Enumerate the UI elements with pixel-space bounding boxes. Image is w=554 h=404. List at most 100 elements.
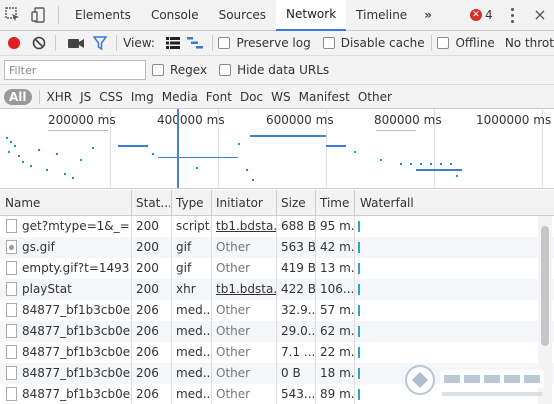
overview-label-underline	[376, 130, 416, 131]
column-divider[interactable]	[131, 216, 132, 404]
error-count-badge[interactable]: ✕ 4	[470, 8, 493, 22]
toolbar-separator	[430, 35, 432, 51]
tab-elements[interactable]: Elements	[65, 0, 141, 31]
disable-cache-checkbox[interactable]: Disable cache	[322, 36, 425, 50]
overview-toggle-button[interactable]	[185, 31, 205, 55]
request-initiator[interactable]: tb1.bdsta...	[216, 219, 276, 233]
type-filter-js[interactable]: JS	[76, 90, 95, 104]
type-filter-all[interactable]: All	[4, 88, 32, 105]
waterfall-bar	[358, 242, 360, 253]
type-filter-img[interactable]: Img	[127, 90, 158, 104]
throttling-select[interactable]: No throt	[505, 36, 554, 50]
capture-screenshots-button[interactable]	[66, 31, 86, 55]
clear-icon	[32, 36, 45, 50]
request-type: gif	[176, 240, 192, 254]
table-row[interactable]: 84877_bf1b3cb0e... 206 med... Other 0 B …	[0, 363, 554, 384]
overview-request-dot	[14, 145, 16, 147]
column-divider[interactable]	[315, 216, 316, 404]
table-row[interactable]: 84877_bf1b3cb0e... 206 med... Other 29.0…	[0, 321, 554, 342]
request-name: 84877_bf1b3cb0e...	[22, 345, 130, 359]
header-divider[interactable]	[276, 190, 277, 216]
header-divider[interactable]	[315, 190, 316, 216]
tab-network[interactable]: Network	[276, 0, 347, 31]
header-divider[interactable]	[211, 190, 212, 216]
column-header-initiator[interactable]: Initiator	[216, 196, 276, 210]
inspect-element-icon[interactable]	[0, 0, 26, 31]
header-divider[interactable]	[354, 190, 355, 216]
more-tabs-icon[interactable]: »	[417, 8, 439, 22]
offline-label: Offline	[455, 36, 495, 50]
header-divider[interactable]	[131, 190, 132, 216]
column-divider[interactable]	[276, 216, 277, 404]
type-filter-other[interactable]: Other	[354, 90, 396, 104]
overview-request-dot	[10, 141, 12, 143]
column-divider[interactable]	[171, 216, 172, 404]
overview-request-dot	[6, 137, 8, 139]
tab-sources[interactable]: Sources	[209, 0, 276, 31]
column-divider[interactable]	[354, 216, 355, 404]
request-status: 206	[136, 303, 159, 317]
document-file-icon	[6, 345, 17, 359]
kebab-menu-icon[interactable]	[506, 6, 518, 24]
column-header-name[interactable]: Name	[5, 196, 131, 210]
request-name: playStat	[22, 282, 72, 296]
column-header-status[interactable]: Stat...	[136, 196, 170, 210]
request-size: 419 B	[281, 261, 315, 275]
offline-checkbox[interactable]: Offline	[437, 36, 495, 50]
table-scrollbar[interactable]	[538, 216, 552, 404]
preserve-log-checkbox[interactable]: Preserve log	[218, 36, 311, 50]
overview-tick-label: 400000 ms	[157, 113, 225, 127]
table-row[interactable]: get?mtype=1&_=... 200 script tb1.bdsta..…	[0, 216, 554, 237]
hide-data-urls-checkbox[interactable]: Hide data URLs	[219, 63, 329, 77]
request-time: 89 m...	[320, 387, 354, 401]
tab-timeline[interactable]: Timeline	[346, 0, 417, 31]
filter-icon	[93, 36, 108, 50]
filter-toggle-button[interactable]	[90, 31, 110, 55]
table-row[interactable]: empty.gif?t=1493... 200 gif Other 419 B …	[0, 258, 554, 279]
regex-checkbox[interactable]: Regex	[152, 63, 207, 77]
document-file-icon	[6, 387, 17, 401]
record-button[interactable]	[4, 31, 24, 55]
table-row[interactable]: 84877_bf1b3cb0e... 206 med... Other 543.…	[0, 384, 554, 404]
clear-button[interactable]	[28, 31, 48, 55]
request-initiator[interactable]: tb1.bdsta...	[216, 282, 276, 296]
request-status: 206	[136, 324, 159, 338]
table-row[interactable]: 84877_bf1b3cb0e... 206 med... Other 7.1 …	[0, 342, 554, 363]
header-divider[interactable]	[171, 190, 172, 216]
overview-request-bar	[250, 135, 326, 137]
waterfall-bar	[358, 368, 360, 379]
type-filter-ws[interactable]: WS	[267, 90, 294, 104]
overview-request-dot	[354, 151, 356, 153]
document-file-icon	[6, 366, 17, 380]
type-filter-xhr[interactable]: XHR	[43, 90, 77, 104]
overview-request-bar	[416, 169, 462, 171]
close-icon[interactable]: ×	[532, 5, 548, 25]
scrollbar-thumb[interactable]	[541, 226, 549, 346]
type-filter-media[interactable]: Media	[158, 90, 202, 104]
overview-request-dot	[64, 173, 66, 175]
error-count: 4	[485, 8, 493, 22]
type-filter-font[interactable]: Font	[202, 90, 236, 104]
network-overview[interactable]: 200000 ms 400000 ms 600000 ms 800000 ms …	[0, 109, 554, 189]
column-header-time[interactable]: Time	[320, 196, 354, 210]
filter-input[interactable]	[4, 60, 146, 80]
request-initiator: Other	[216, 387, 251, 401]
camera-icon	[67, 39, 84, 48]
request-type: xhr	[176, 282, 196, 296]
overview-request-dot	[92, 147, 94, 149]
type-filter-doc[interactable]: Doc	[236, 90, 267, 104]
column-header-type[interactable]: Type	[176, 196, 212, 210]
column-header-size[interactable]: Size	[281, 196, 315, 210]
large-rows-button[interactable]	[163, 31, 183, 55]
request-name: gs.gif	[22, 240, 55, 254]
column-header-waterfall[interactable]: Waterfall	[360, 196, 460, 210]
type-filter-manifest[interactable]: Manifest	[295, 90, 354, 104]
table-row[interactable]: 84877_bf1b3cb0e... 206 med... Other 32.9…	[0, 300, 554, 321]
request-time: 18 m...	[320, 366, 354, 380]
table-row[interactable]: playStat 200 xhr tb1.bdsta... 422 B 106.…	[0, 279, 554, 300]
tab-console[interactable]: Console	[141, 0, 209, 31]
type-filter-css[interactable]: CSS	[95, 90, 127, 104]
table-row[interactable]: gs.gif 200 gif Other 563 B 42 m...	[0, 237, 554, 258]
column-divider[interactable]	[211, 216, 212, 404]
device-toolbar-icon[interactable]	[26, 0, 52, 31]
